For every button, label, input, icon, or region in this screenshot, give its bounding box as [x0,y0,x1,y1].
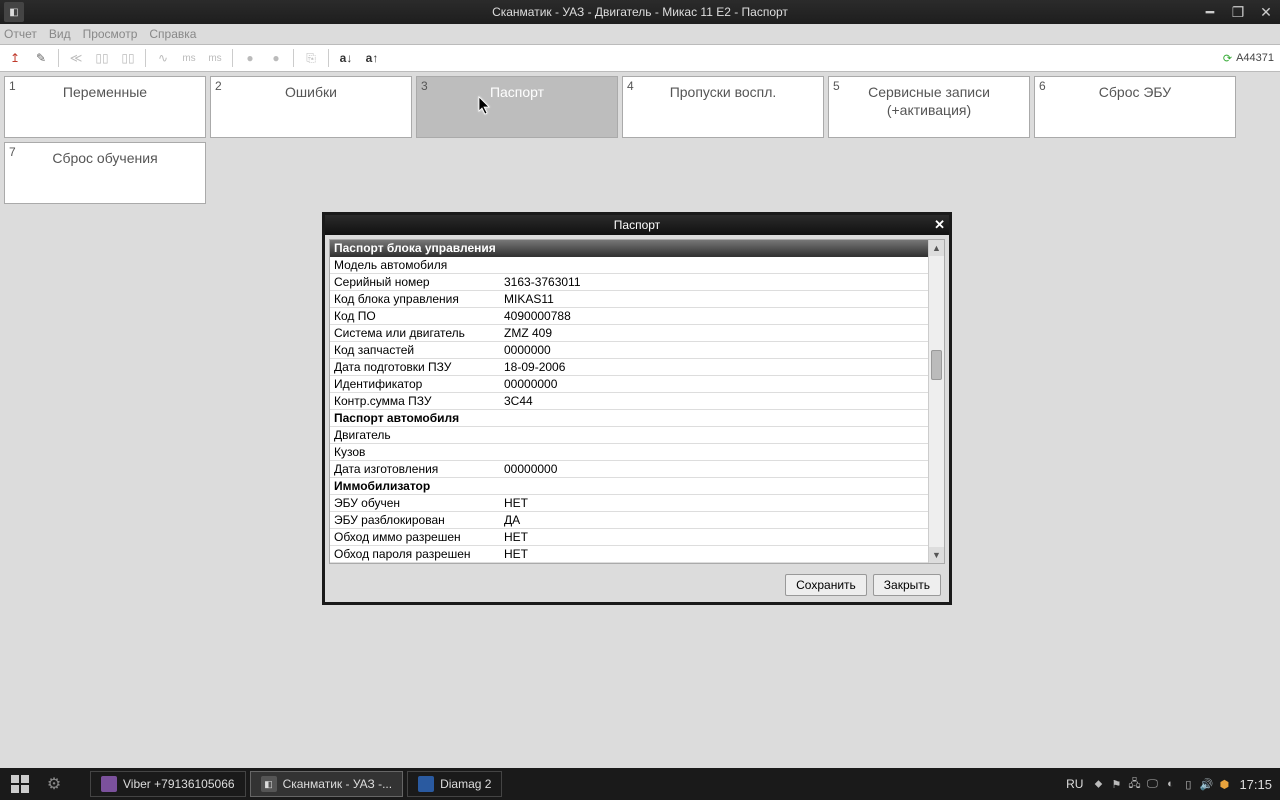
tray-icon[interactable]: ⬢ [1217,777,1231,791]
menu-help[interactable]: Справка [149,27,196,41]
tab-variables[interactable]: 1 Переменные [4,76,206,138]
dialog-titlebar[interactable]: Паспорт ✕ [325,215,949,235]
dialog-close-icon[interactable]: ✕ [934,217,945,233]
start-button[interactable] [0,768,40,800]
tray-icon[interactable]: ◐ [1163,777,1177,791]
scroll-up-icon[interactable]: ▲ [929,240,944,256]
table-row: Дата изготовления00000000 [330,461,928,478]
window-titlebar: ◧ Сканматик - УАЗ - Двигатель - Микас 11… [0,0,1280,24]
table-row: Код ПО4090000788 [330,308,928,325]
table-row: Обход иммо разрешенНЕТ [330,529,928,546]
tab-ecu-reset[interactable]: 6 Сброс ЭБУ [1034,76,1236,138]
dialog-body: Паспорт блока управления Модель автомоби… [329,239,945,564]
table-row: Модель автомобиля [330,257,928,274]
section-vehicle-passport: Паспорт автомобиля [330,410,928,427]
clock[interactable]: 17:15 [1239,777,1272,792]
table-row: Контр.сумма ПЗУ3C44 [330,393,928,410]
tray-icon[interactable]: ▯ [1181,777,1195,791]
menu-report[interactable]: Отчет [4,27,37,41]
settings-icon[interactable]: ⚙ [40,774,68,794]
menubar: Отчет Вид Просмотр Справка [0,24,1280,44]
section-ecu-passport: Паспорт блока управления [330,240,928,257]
table-row: ЭБУ разблокированДА [330,512,928,529]
viber-icon [101,776,117,792]
table-row: Код запчастей0000000 [330,342,928,359]
tab-learning-reset[interactable]: 7 Сброс обучения [4,142,206,204]
tab-misfires[interactable]: 4 Пропуски воспл. [622,76,824,138]
tray-icon[interactable]: ⚑ [1109,777,1123,791]
table-row: Кузов [330,444,928,461]
export-icon[interactable]: ⎘ [300,47,322,69]
passport-dialog: Паспорт ✕ Паспорт блока управления Модел… [322,212,952,605]
sort-asc-button[interactable]: a↓ [335,47,357,69]
diamag-icon [418,776,434,792]
section-immobilizer: Иммобилизатор [330,478,928,495]
stop-icon[interactable]: ● [265,47,287,69]
tab-passport[interactable]: 3 Паспорт [416,76,618,138]
tab-errors[interactable]: 2 Ошибки [210,76,412,138]
status-code: A44371 [1236,52,1274,64]
table-row: Система или двигательZMZ 409 [330,325,928,342]
tray-icon[interactable]: 🖧 [1127,777,1141,791]
close-window-button[interactable]: ✕ [1252,2,1280,22]
task-diamag[interactable]: Diamag 2 [407,771,502,797]
system-tray: RU ⬥ ⚑ 🖧 🖵 ◐ ▯ 🔊 ⬢ 17:15 [1066,777,1280,792]
ms-icon-1[interactable]: ms [178,47,200,69]
table-row: Дата подготовки ПЗУ18-09-2006 [330,359,928,376]
task-scanmatik[interactable]: ◧ Сканматик - УАЗ -... [250,771,404,797]
toolbar: ↥ ✎ ≪ ▯▯ ▯▯ ∿ ms ms ● ● ⎘ a↓ a↑ ⟳ A44371 [0,44,1280,72]
menu-view[interactable]: Вид [49,27,71,41]
scroll-thumb[interactable] [931,350,942,380]
menu-browse[interactable]: Просмотр [83,27,138,41]
wave-icon[interactable]: ∿ [152,47,174,69]
app-icon: ◧ [4,2,24,22]
scanmatik-icon: ◧ [261,776,277,792]
table-row: Идентификатор00000000 [330,376,928,393]
dialog-footer: Сохранить Закрыть [325,568,949,602]
table-row: Серийный номер3163-3763011 [330,274,928,291]
language-indicator[interactable]: RU [1066,777,1083,791]
minimize-button[interactable]: ━ [1196,2,1224,22]
record-icon[interactable]: ● [239,47,261,69]
scroll-down-icon[interactable]: ▼ [929,547,944,563]
table-row: ЭБУ обученНЕТ [330,495,928,512]
tab-service-records[interactable]: 5 Сервисные записи (+активация) [828,76,1030,138]
table-row: Код блока управленияMIKAS11 [330,291,928,308]
tray-icon[interactable]: 🖵 [1145,777,1159,791]
dialog-title: Паспорт [614,218,660,232]
close-button[interactable]: Закрыть [873,574,941,596]
maximize-button[interactable]: ❐ [1224,2,1252,22]
rewind-icon[interactable]: ≪ [65,47,87,69]
sort-desc-button[interactable]: a↑ [361,47,383,69]
table-row: Двигатель [330,427,928,444]
save-button[interactable]: Сохранить [785,574,867,596]
dialog-scrollbar[interactable]: ▲ ▼ [928,240,944,563]
connection-status: ⟳ A44371 [1223,52,1274,65]
window-title: Сканматик - УАЗ - Двигатель - Микас 11 Е… [492,5,788,19]
edit-icon[interactable]: ✎ [30,47,52,69]
ms-icon-2[interactable]: ms [204,47,226,69]
prev-icon[interactable]: ▯▯ [91,47,113,69]
tray-icon[interactable]: ⬥ [1091,777,1105,791]
next-icon[interactable]: ▯▯ [117,47,139,69]
task-viber[interactable]: Viber +79136105066 [90,771,246,797]
taskbar: ⚙ Viber +79136105066 ◧ Сканматик - УАЗ -… [0,768,1280,800]
back-up-icon[interactable]: ↥ [4,47,26,69]
table-row: Обход пароля разрешенНЕТ [330,546,928,563]
volume-icon[interactable]: 🔊 [1199,777,1213,791]
function-tabs: 1 Переменные 2 Ошибки 3 Паспорт 4 Пропус… [0,72,1280,208]
